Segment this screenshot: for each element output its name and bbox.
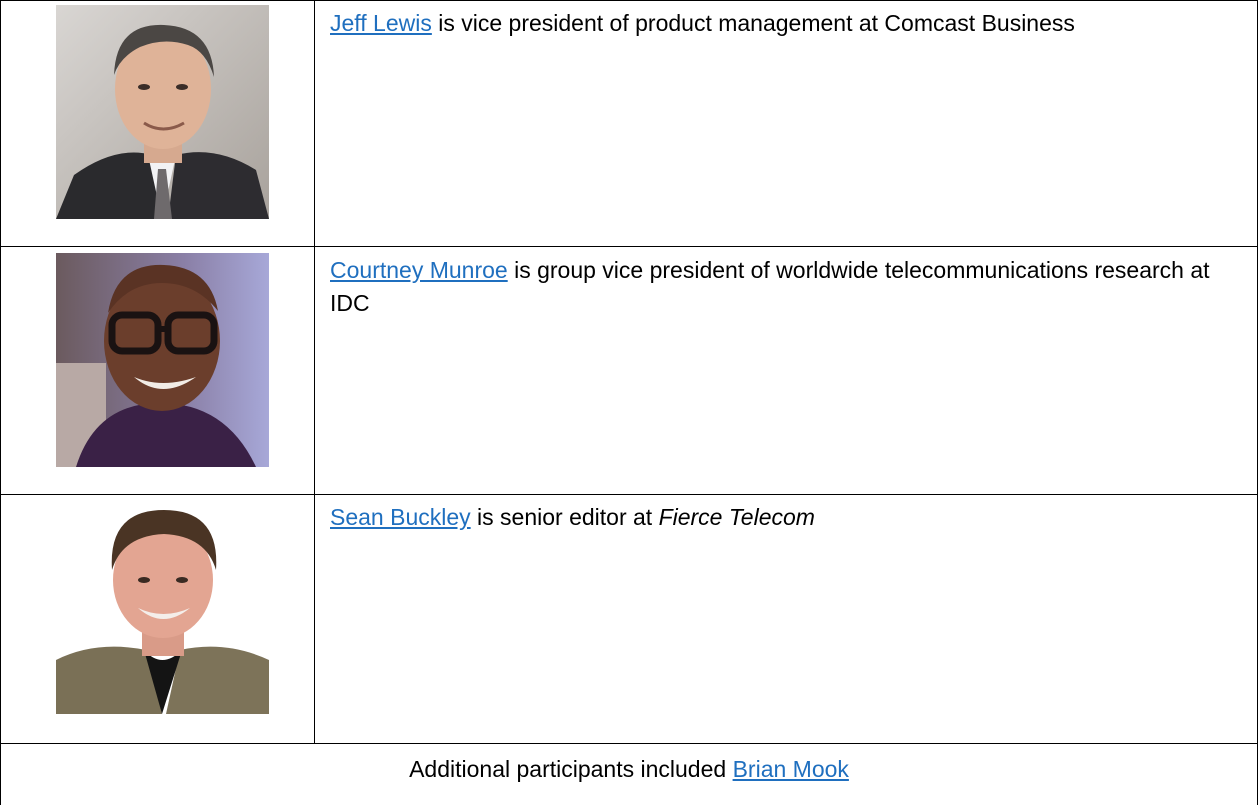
- portrait-photo-courtney-munroe: [56, 253, 269, 467]
- column-divider: [314, 0, 315, 743]
- participant-role: is vice president of product management …: [431, 10, 1075, 36]
- row-divider: [0, 494, 1258, 495]
- participant-description: Courtney Munroe is group vice president …: [330, 254, 1230, 320]
- participant-link-sean-buckley[interactable]: Sean Buckley: [330, 504, 471, 530]
- table-border-top: [0, 0, 1258, 1]
- row-divider: [0, 743, 1258, 744]
- participant-link-courtney-munroe[interactable]: Courtney Munroe: [330, 257, 508, 283]
- additional-participants-text: Additional participants included: [409, 756, 733, 782]
- portrait-photo-sean-buckley: [56, 500, 269, 714]
- additional-participants: Additional participants included Brian M…: [0, 753, 1258, 786]
- participant-link-jeff-lewis[interactable]: Jeff Lewis: [330, 10, 432, 36]
- publication-name: Fierce Telecom: [658, 504, 815, 530]
- participant-link-brian-mook[interactable]: Brian Mook: [733, 756, 849, 782]
- portrait-photo-jeff-lewis: [56, 5, 269, 219]
- participant-description: Jeff Lewis is vice president of product …: [330, 7, 1230, 40]
- row-divider: [0, 246, 1258, 247]
- participant-role: is senior editor at: [470, 504, 659, 530]
- table-border-left: [0, 0, 1, 805]
- participant-description: Sean Buckley is senior editor at Fierce …: [330, 501, 1230, 534]
